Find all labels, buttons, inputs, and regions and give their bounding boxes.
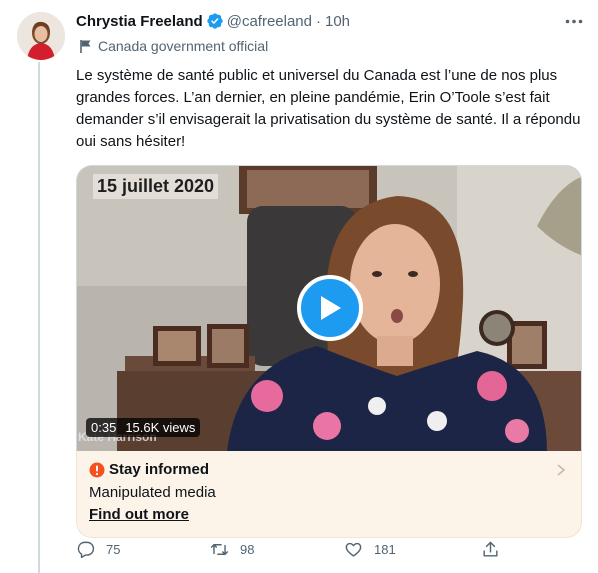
like-count: 181 <box>374 542 396 557</box>
video-player[interactable]: 15 juillet 2020 Kate Harrison 0:35 15.6K… <box>76 165 582 451</box>
account-label: Canada government official <box>76 36 584 56</box>
play-button[interactable] <box>297 275 363 341</box>
reply-count: 75 <box>106 542 121 557</box>
reply-icon <box>77 541 95 559</box>
video-duration: 0:35 <box>91 420 117 435</box>
share-icon <box>483 541 498 557</box>
author-name[interactable]: Chrystia Freeland <box>76 13 203 30</box>
author-handle[interactable]: @cafreeland <box>227 13 312 30</box>
tweet-header: Chrystia Freeland @cafreeland · 10h <box>76 10 584 32</box>
share-button[interactable] <box>481 540 500 559</box>
separator: · <box>316 12 321 30</box>
like-button[interactable]: 181 <box>344 540 396 559</box>
retweet-count: 98 <box>240 542 255 557</box>
like-icon <box>345 542 362 557</box>
manipulated-media-notice[interactable]: Stay informed Manipulated media Find out… <box>76 451 582 538</box>
tweet-actions: 75 98 181 <box>76 540 506 562</box>
avatar[interactable] <box>17 12 65 60</box>
notice-title-text: Stay informed <box>109 461 210 478</box>
retweet-button[interactable]: 98 <box>210 540 254 559</box>
account-label-text: Canada government official <box>98 38 269 54</box>
flag-icon <box>78 38 94 54</box>
thread-line <box>38 62 40 573</box>
more-icon[interactable] <box>564 13 584 29</box>
tweet-body: Chrystia Freeland @cafreeland · 10h Cana… <box>76 10 584 538</box>
notice-subtitle: Manipulated media <box>89 484 216 501</box>
notice-title: Stay informed <box>89 461 209 478</box>
find-out-more-link[interactable]: Find out more <box>89 506 189 523</box>
verified-badge-icon <box>206 12 224 30</box>
video-views: 15.6K views <box>125 420 196 435</box>
video-date-overlay: 15 juillet 2020 <box>93 174 219 199</box>
tweet-time[interactable]: 10h <box>325 13 350 30</box>
chevron-right-icon[interactable] <box>555 463 567 477</box>
retweet-icon <box>210 544 229 555</box>
tweet-text: Le système de santé public et universel … <box>76 67 581 150</box>
reply-button[interactable]: 75 <box>76 540 120 559</box>
video-stats: 0:35 15.6K views <box>86 418 201 437</box>
alert-icon <box>89 462 105 478</box>
play-icon <box>317 294 343 322</box>
